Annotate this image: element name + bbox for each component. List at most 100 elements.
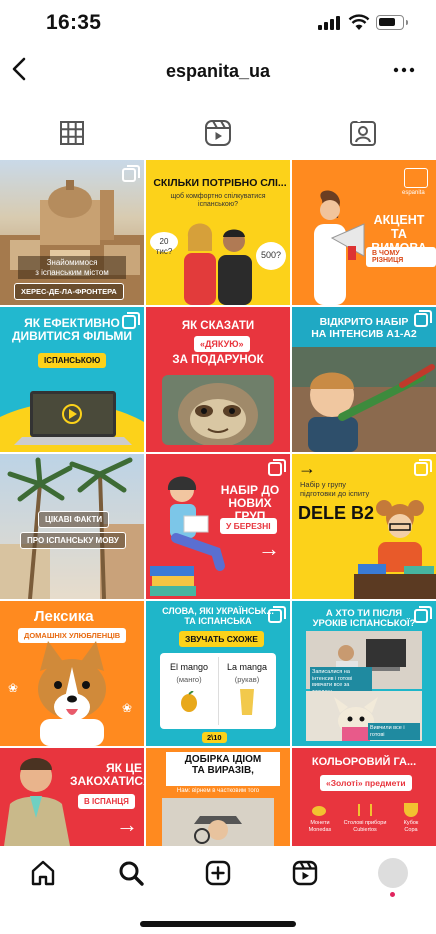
battery-icon bbox=[376, 15, 408, 30]
brand-name: espanita bbox=[402, 190, 425, 196]
word-right-translation: (рукав) bbox=[234, 675, 260, 684]
post-caption: Знайомимося з іспанським містом bbox=[18, 256, 126, 280]
post-pill: В ІСПАНЦЯ bbox=[78, 794, 135, 809]
post-title: СЛОВА, ЯКІ УКРАЇНСЬК... ТА ІСПАНСЬКА bbox=[162, 606, 274, 626]
bubble-text: 20 тис? bbox=[155, 237, 173, 256]
post-tile[interactable]: Лексика ДОМАШНІХ УЛЮБЛЕНЦІВ ❀ ❀ bbox=[0, 601, 144, 746]
post-tile[interactable]: СКІЛЬКИ ПОТРІБНО СЛІ... щоб комфортно сп… bbox=[146, 160, 290, 305]
post-title: КОЛЬОРОВИЙ ГА... bbox=[311, 756, 417, 768]
multi-post-icon bbox=[414, 459, 432, 476]
post-pill: «ДЯКУЮ» bbox=[194, 336, 250, 352]
multi-post-icon bbox=[122, 165, 140, 182]
post-tile[interactable]: КОЛЬОРОВИЙ ГА... «Золоті» предмети Монет… bbox=[292, 748, 436, 846]
word-right: La manga bbox=[226, 662, 268, 672]
sleeve-icon bbox=[240, 689, 254, 715]
trophy-icon bbox=[404, 803, 418, 817]
post-title: ЯК ЕФЕКТИВНО ДИВИТИСЯ ФІЛЬМИ bbox=[12, 316, 132, 344]
posts-grid: Знайомимося з іспанським містом ХЕРЕС-ДЕ-… bbox=[0, 160, 436, 846]
post-title: СКІЛЬКИ ПОТРІБНО СЛІ... bbox=[153, 177, 287, 189]
post-title: ЯК СКАЗАТИ bbox=[181, 320, 255, 332]
tagged-icon[interactable] bbox=[348, 118, 378, 148]
profile-username: espanita_ua bbox=[165, 61, 271, 81]
grid-icon[interactable] bbox=[57, 118, 87, 148]
sloth-photo bbox=[162, 375, 274, 445]
post-title: ВІДКРИТО НАБІР НА ІНТЕНСИВ А1-А2 bbox=[311, 316, 417, 340]
post-pill: ХЕРЕС-ДЕ-ЛА-ФРОНТЕРА bbox=[14, 283, 124, 300]
post-pill: ІСПАНСЬКОЮ bbox=[38, 353, 107, 368]
item-label: Монети Monedas bbox=[308, 820, 332, 833]
status-time: 16:35 bbox=[46, 11, 102, 34]
post-tile[interactable]: ДОБІРКА ІДІОМ ТА ВИРАЗІВ, Нам: вірнем в ч… bbox=[146, 748, 290, 846]
post-title: Лексика bbox=[34, 608, 94, 625]
post-title: ЯК ЦЕ ЗАКОХАТИСЯ bbox=[70, 761, 144, 789]
item-label: Кубок Copa bbox=[403, 820, 419, 833]
profile-header: espanita_ua bbox=[0, 46, 436, 98]
multi-post-icon bbox=[268, 459, 286, 476]
post-title: А ХТО ТИ ПІСЛЯ УРОКІВ ІСПАНСЬКОЇ? bbox=[312, 608, 416, 630]
home-indicator bbox=[140, 921, 296, 927]
search-icon[interactable] bbox=[117, 859, 145, 887]
laptop-photo bbox=[0, 391, 144, 452]
post-tile[interactable]: ВІДКРИТО НАБІР НА ІНТЕНСИВ А1-А2 bbox=[292, 307, 436, 452]
word-left: El mango bbox=[169, 662, 209, 672]
arrow-right-icon: → bbox=[116, 812, 138, 837]
post-pill: В ЧОМУ РІЗНИЦЯ bbox=[366, 247, 436, 267]
create-post-icon[interactable] bbox=[204, 859, 232, 887]
word-left-translation: (манго) bbox=[176, 675, 202, 684]
bubble-text: 500? bbox=[260, 250, 282, 260]
post-tile[interactable]: ЯК СКАЗАТИ «ДЯКУЮ» ЗА ПОДАРУНОК bbox=[146, 307, 290, 452]
multi-post-icon bbox=[268, 606, 286, 623]
reels-icon[interactable] bbox=[203, 118, 233, 148]
arrow-right-icon: → bbox=[298, 458, 316, 478]
post-tile[interactable]: НАБІР ДО НОВИХ ГРУП У БЕРЕЗНІ → bbox=[146, 454, 290, 599]
reel-icon bbox=[414, 310, 432, 327]
woman-megaphone-photo bbox=[314, 190, 365, 305]
people-photo bbox=[184, 223, 252, 305]
detective-photo bbox=[162, 798, 274, 846]
meme-caption-2: Вивчили все і готові bbox=[368, 723, 420, 741]
more-options-icon[interactable] bbox=[392, 58, 416, 82]
post-pill: У БЕРЕЗНІ bbox=[220, 518, 277, 534]
item-label: Столові прибори Cubiertos bbox=[343, 820, 387, 833]
brand-logo bbox=[404, 168, 428, 188]
post-tile[interactable]: СЛОВА, ЯКІ УКРАЇНСЬК... ТА ІСПАНСЬКА ЗВУЧ… bbox=[146, 601, 290, 746]
mango-icon bbox=[181, 691, 197, 712]
post-tile[interactable]: ЯК ЦЕ ЗАКОХАТИСЯ В ІСПАНЦЯ → bbox=[0, 748, 144, 846]
wifi-icon bbox=[348, 14, 370, 30]
paw-icon: ❀ bbox=[122, 701, 133, 715]
post-tile[interactable]: espanita АКЦЕНТ ТАВИМОВА В ЧОМУ РІЗНИЦЯ bbox=[292, 160, 436, 305]
boy-photo bbox=[292, 347, 436, 452]
notification-dot bbox=[390, 892, 395, 897]
bottom-navigation bbox=[0, 846, 436, 902]
post-tile[interactable]: Знайомимося з іспанським містом ХЕРЕС-ДЕ-… bbox=[0, 160, 144, 305]
reels-nav-icon[interactable] bbox=[291, 859, 319, 887]
post-tile[interactable]: ЦІКАВІ ФАКТИ ПРО ІСПАНСЬКУ МОВУ bbox=[0, 454, 144, 599]
post-subtitle: Нам: вірнем в частковим того bbox=[176, 788, 260, 794]
post-title-2: ЗА ПОДАРУНОК bbox=[172, 354, 264, 366]
arrow-right-icon: → bbox=[258, 536, 280, 561]
multi-post-icon bbox=[414, 606, 432, 623]
post-pill: ЗВУЧАТЬ СХОЖЕ bbox=[179, 631, 264, 647]
divider bbox=[218, 657, 219, 725]
post-pill: ЦІКАВІ ФАКТИ bbox=[38, 511, 110, 528]
man-photo bbox=[4, 758, 70, 846]
post-title: ДОБІРКА ІДІОМ ТА ВИРАЗІВ, bbox=[184, 754, 262, 776]
status-bar: 16:35 bbox=[0, 0, 436, 46]
post-tile[interactable]: ЯК ЕФЕКТИВНО ДИВИТИСЯ ФІЛЬМИ ІСПАНСЬКОЮ bbox=[0, 307, 144, 452]
profile-tabs bbox=[0, 108, 436, 158]
paw-icon: ❀ bbox=[8, 681, 19, 695]
post-pill: «Золоті» предмети bbox=[320, 775, 412, 791]
corgi-photo bbox=[38, 641, 106, 746]
post-subtitle: щоб комфортно спілкуватися іспанською? bbox=[170, 193, 266, 209]
home-icon[interactable] bbox=[29, 859, 57, 887]
post-tile[interactable]: → Набір у групу підготовки до іспиту DELE… bbox=[292, 454, 436, 599]
page-counter: 2\10 bbox=[202, 732, 227, 743]
post-pill-2: ПРО ІСПАНСЬКУ МОВУ bbox=[20, 532, 126, 549]
multi-post-icon bbox=[122, 312, 140, 329]
girl-books-photo bbox=[354, 500, 436, 599]
cellular-signal-icon bbox=[318, 16, 342, 30]
post-tile[interactable]: А ХТО ТИ ПІСЛЯ УРОКІВ ІСПАНСЬКОЇ? Записал… bbox=[292, 601, 436, 746]
cutlery-icon bbox=[358, 804, 372, 816]
profile-avatar[interactable] bbox=[378, 858, 408, 888]
coins-icon bbox=[312, 806, 326, 816]
